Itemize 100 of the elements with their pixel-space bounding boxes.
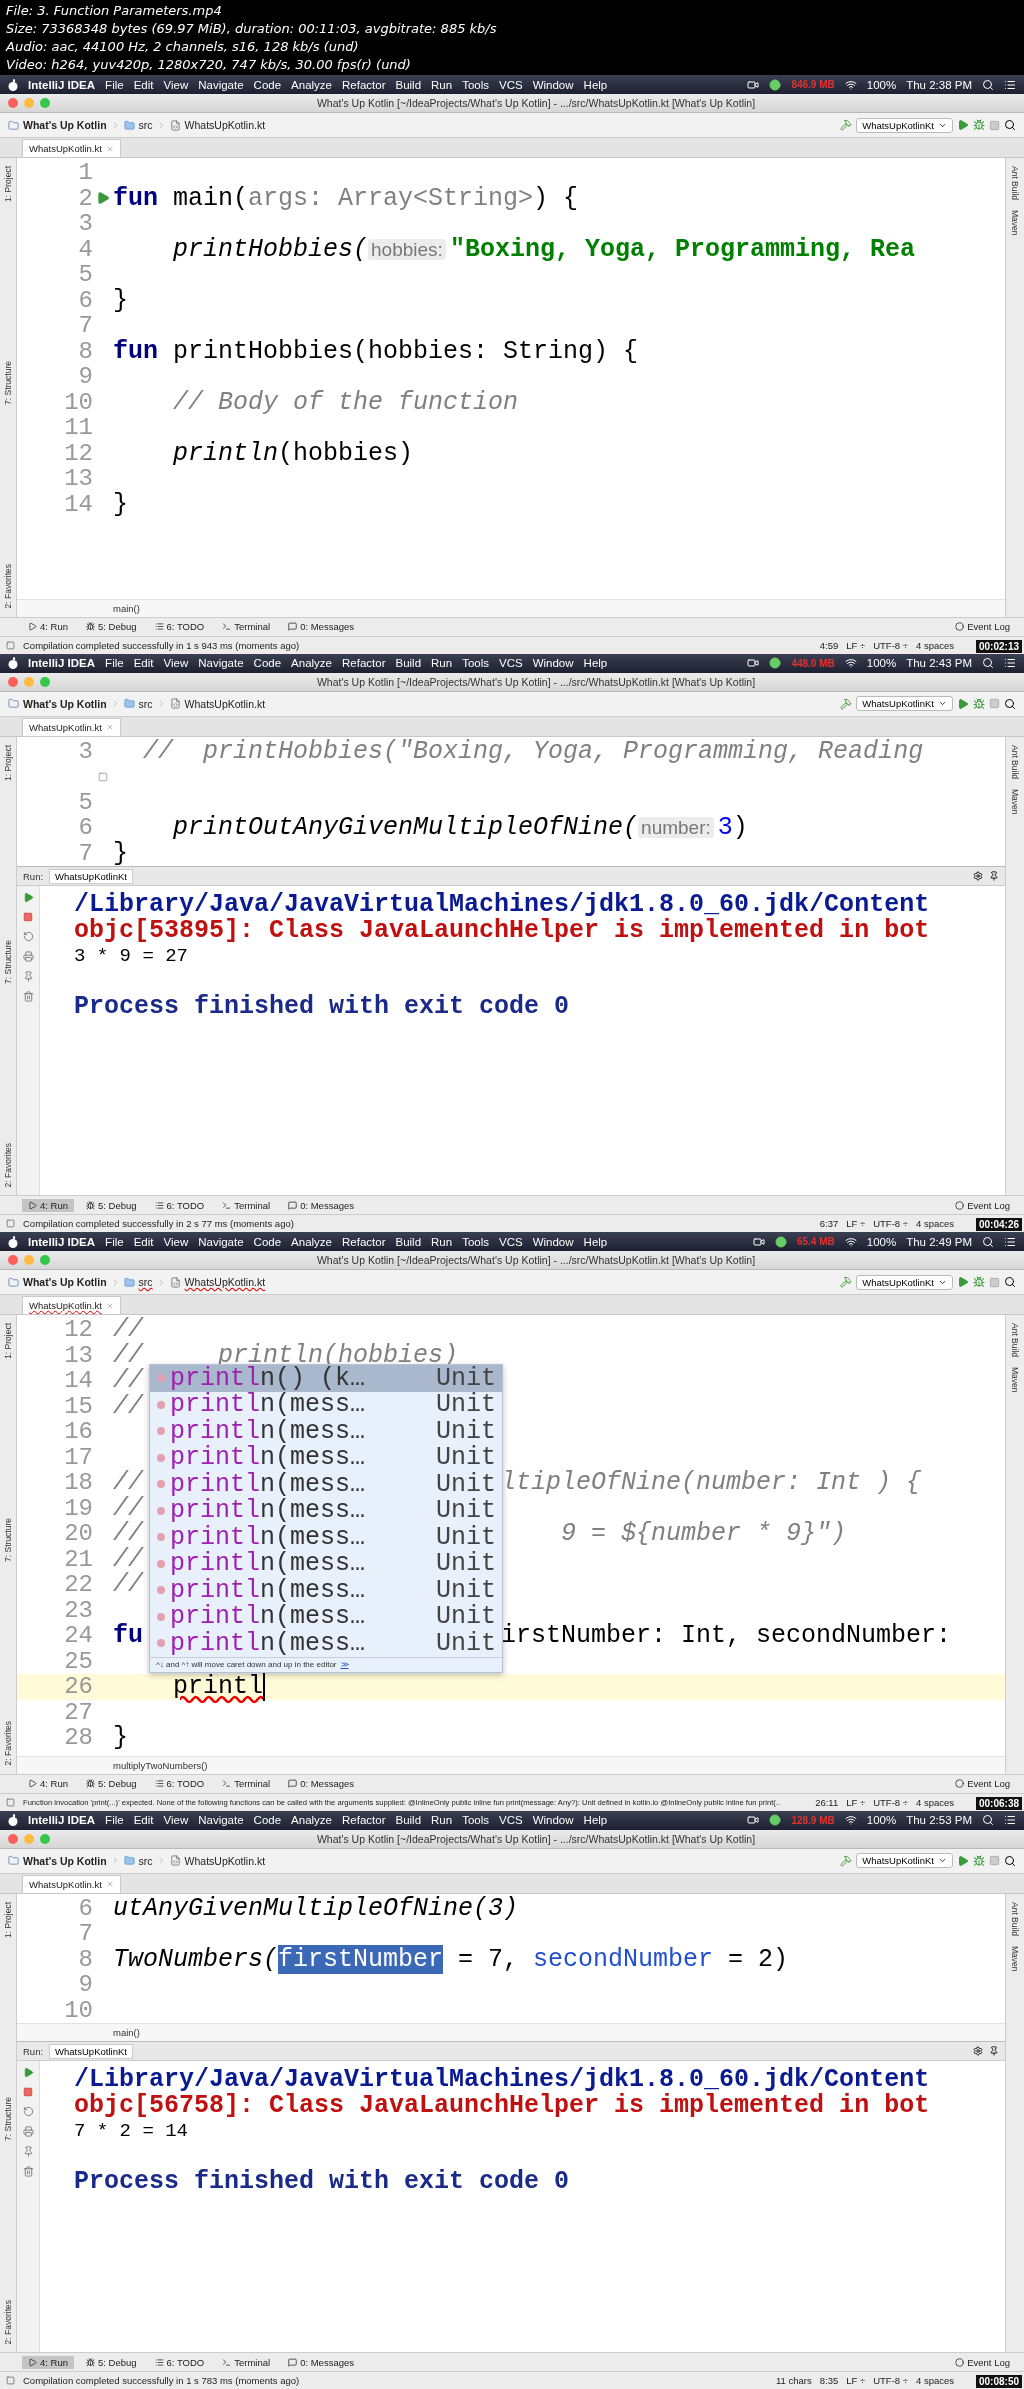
stop-icon[interactable] (989, 698, 1000, 709)
menu-item[interactable]: Run (431, 657, 453, 669)
menu-item[interactable]: Edit (133, 1235, 154, 1248)
list-icon[interactable] (1004, 657, 1016, 669)
menu-item[interactable]: Refactor (342, 1235, 386, 1248)
menu-item[interactable]: Build (395, 657, 422, 669)
menu-item[interactable]: Run (431, 78, 453, 91)
menu-item[interactable]: Tools (462, 1235, 489, 1248)
fold-icon[interactable] (98, 771, 108, 782)
play-icon[interactable] (22, 892, 34, 903)
breadcrumb[interactable]: What's Up Kotlin (23, 1854, 107, 1867)
search-icon[interactable] (982, 657, 994, 669)
play-icon[interactable] (22, 2067, 34, 2078)
editor-tab[interactable]: WhatsUpKotlin.kt (22, 1296, 121, 1314)
tool-window-tab[interactable]: 6: TODO (148, 2355, 211, 2369)
event-log-button[interactable]: Event Log (949, 1777, 1016, 1790)
run-configuration-dropdown[interactable]: WhatsUpKotlinKt (856, 117, 953, 133)
tool-window-tab[interactable]: 4: Run (22, 2355, 74, 2369)
close-button[interactable] (8, 676, 18, 687)
menu-item[interactable]: Build (395, 1814, 422, 1826)
breadcrumb[interactable]: src (138, 697, 153, 710)
run-icon[interactable] (957, 1854, 969, 1867)
close-icon[interactable] (105, 1301, 114, 1310)
menu-item[interactable]: File (105, 1235, 124, 1248)
tool-window-button[interactable]: 2: Favorites (3, 1719, 13, 1768)
menu-item[interactable]: Code (253, 78, 282, 91)
menu-item[interactable]: Run (431, 1235, 453, 1248)
app-menu[interactable]: IntelliJ IDEA (28, 1235, 96, 1248)
menu-item[interactable]: Window (532, 78, 574, 91)
menu-item[interactable]: File (105, 1814, 124, 1826)
tool-window-button[interactable]: Maven (1010, 1365, 1020, 1395)
close-button[interactable] (8, 98, 18, 108)
run-icon[interactable] (957, 697, 969, 710)
menu-item[interactable]: File (105, 78, 124, 91)
tool-window-button[interactable]: 1: Project (3, 1321, 13, 1361)
menu-item[interactable]: Build (395, 78, 422, 91)
run-configuration-dropdown[interactable]: WhatsUpKotlinKt (856, 1274, 953, 1290)
stop-icon[interactable] (23, 912, 33, 922)
run-configuration-dropdown[interactable]: WhatsUpKotlinKt (856, 696, 953, 711)
menu-item[interactable]: Navigate (198, 78, 244, 91)
menu-item[interactable]: Help (583, 1814, 608, 1826)
menu-item[interactable]: VCS (499, 1235, 523, 1248)
menu-item[interactable]: Navigate (198, 1235, 244, 1248)
editor-tab[interactable]: WhatsUpKotlin.kt (22, 717, 121, 736)
tool-window-tab[interactable]: 4: Run (22, 1198, 74, 1212)
tool-window-tab[interactable]: 0: Messages (282, 1777, 360, 1790)
search-icon[interactable] (982, 1814, 994, 1826)
zoom-button[interactable] (40, 676, 50, 687)
tool-window-button[interactable]: Ant Build (1010, 1321, 1020, 1360)
tool-window-button[interactable]: 7: Structure (3, 1516, 13, 1564)
search-icon[interactable] (982, 78, 994, 91)
event-log-button[interactable]: Event Log (949, 1198, 1016, 1212)
menu-item[interactable]: Analyze (291, 78, 332, 91)
menu-item[interactable]: Tools (462, 78, 489, 91)
rerun-icon[interactable] (22, 931, 34, 942)
tool-window-button[interactable]: 2: Favorites (3, 1140, 13, 1189)
event-log-button[interactable]: Event Log (949, 2355, 1016, 2369)
menu-item[interactable]: Analyze (291, 1235, 332, 1248)
completion-item[interactable]: println(mess… Unit (150, 1550, 502, 1577)
breadcrumb[interactable]: src (138, 119, 153, 131)
app-menu[interactable]: IntelliJ IDEA (28, 1814, 96, 1826)
tool-window-tab[interactable]: 6: TODO (148, 1198, 211, 1212)
bug-icon[interactable] (973, 1276, 985, 1288)
run-tab[interactable]: WhatsUpKotlinKt (49, 2043, 133, 2059)
zoom-button[interactable] (40, 98, 50, 108)
stop-icon[interactable] (23, 2087, 33, 2097)
tool-window-tab[interactable]: 6: TODO (148, 1777, 211, 1790)
menu-item[interactable]: View (163, 1235, 189, 1248)
app-menu[interactable]: IntelliJ IDEA (28, 657, 96, 669)
tool-window-tab[interactable]: 5: Debug (80, 620, 143, 633)
tool-window-tab[interactable]: Terminal (216, 1198, 277, 1212)
search-icon[interactable] (1004, 1276, 1016, 1288)
list-icon[interactable] (1004, 78, 1016, 91)
close-icon[interactable] (105, 1880, 114, 1888)
breadcrumb[interactable]: What's Up Kotlin (23, 697, 107, 710)
rerun-icon[interactable] (22, 2106, 34, 2117)
menu-item[interactable]: Code (253, 1814, 282, 1826)
search-icon[interactable] (1004, 119, 1016, 131)
bug-icon[interactable] (973, 697, 985, 710)
menu-item[interactable]: Run (431, 1814, 453, 1826)
app-menu[interactable]: IntelliJ IDEA (28, 78, 96, 91)
menu-item[interactable]: Refactor (342, 657, 386, 669)
breadcrumb[interactable]: What's Up Kotlin (23, 1276, 107, 1288)
bug-icon[interactable] (973, 1854, 985, 1867)
menu-item[interactable]: View (163, 1814, 189, 1826)
menu-item[interactable]: View (163, 657, 189, 669)
tool-window-button[interactable]: 1: Project (3, 1899, 13, 1940)
tool-window-button[interactable]: Ant Build (1010, 164, 1020, 203)
menu-item[interactable]: Edit (133, 78, 154, 91)
tool-window-tab[interactable]: 0: Messages (282, 2355, 360, 2369)
run-gutter-icon[interactable] (96, 191, 110, 206)
menu-item[interactable]: File (105, 657, 124, 669)
completion-item[interactable]: println(mess… Unit (150, 1577, 502, 1604)
completion-item[interactable]: println(mess… Unit (150, 1418, 502, 1445)
breadcrumb[interactable]: What's Up Kotlin (23, 119, 107, 131)
menu-item[interactable]: Edit (133, 1814, 154, 1826)
run-icon[interactable] (957, 1276, 969, 1288)
settings-icon[interactable] (973, 2046, 983, 2056)
event-log-button[interactable]: Event Log (949, 620, 1016, 633)
breadcrumb[interactable]: src (138, 1276, 153, 1288)
